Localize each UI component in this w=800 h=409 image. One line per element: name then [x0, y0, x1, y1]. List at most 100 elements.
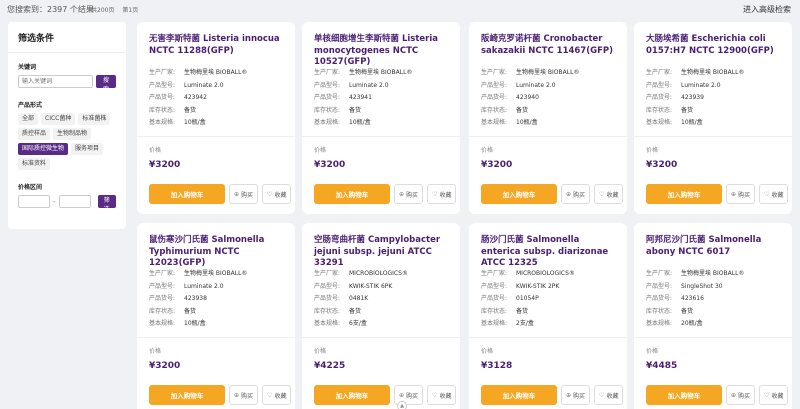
cart-icon: ⊕ — [566, 391, 572, 399]
favorite-button[interactable]: ♡ 收藏 — [262, 184, 292, 204]
divider — [469, 337, 627, 338]
field-label: 生产厂家: — [314, 270, 341, 277]
field-value: 备货 — [349, 106, 362, 114]
buy-button[interactable]: ⊕ 购买 — [229, 184, 259, 204]
field-label: 产品型号: — [481, 81, 508, 89]
product-name[interactable]: 单核细胞增生李斯特菌 Listeria monocytogenes NCTC 1… — [314, 34, 450, 69]
filter-tag[interactable]: 标准资料 — [18, 158, 51, 170]
field-label: 生产厂家: — [646, 69, 673, 76]
buy-button[interactable]: ⊕ 购买 — [726, 184, 756, 204]
favorite-button[interactable]: ♡ 收藏 — [759, 385, 789, 405]
field-label: 基本规格: — [481, 119, 508, 126]
field-value: Luminate 2.0 — [184, 282, 224, 290]
filter-tag[interactable]: 质控样品 — [18, 128, 51, 140]
field-value: 10瓶/盒 — [516, 119, 538, 126]
favorite-button[interactable]: ♡ 收藏 — [427, 184, 457, 204]
keyword-input[interactable] — [18, 75, 93, 88]
price-label: 价格 — [149, 348, 162, 355]
field-value: 备货 — [516, 106, 529, 114]
product-name[interactable]: 大肠埃希菌 Escherichia coli 0157:H7 NCTC 1290… — [646, 34, 782, 69]
filter-tag[interactable]: CICC菌种 — [41, 113, 76, 125]
field-value: 6支/盒 — [349, 320, 367, 327]
filter-tag[interactable]: 国际质控微生物 — [18, 143, 69, 155]
field-value: 备货 — [516, 307, 529, 315]
buy-button[interactable]: ⊕ 购买 — [561, 385, 591, 405]
current-page: 第1页 — [122, 7, 139, 14]
divider — [8, 52, 126, 53]
field-label: 产品货号: — [481, 295, 508, 302]
add-to-cart-button[interactable]: 加入购物车 — [646, 385, 722, 405]
price-label: 价格 — [314, 147, 327, 154]
field-value: 0481K — [349, 295, 369, 302]
product-manufacturer-row: 生产厂家: MICROBIOLOGICS® — [481, 270, 617, 278]
filter-tag[interactable]: 标准菌株 — [78, 113, 111, 125]
divider — [137, 337, 295, 338]
add-to-cart-button[interactable]: 加入购物车 — [646, 184, 722, 204]
field-label: 基本规格: — [481, 320, 508, 327]
field-value: 备货 — [681, 106, 694, 114]
product-name[interactable]: 无害李斯特菌 Listeria innocua NCTC 11288(GFP) — [149, 34, 285, 69]
product-model-row: 产品型号: KWIK-STIK 2PK — [481, 283, 617, 291]
product-price: ¥3200 — [314, 160, 346, 170]
product-card[interactable]: 空肠弯曲杆菌 Campylobacter jejuni subsp. jejun… — [302, 223, 460, 409]
add-to-cart-button[interactable]: 加入购物车 — [314, 385, 390, 405]
product-name[interactable]: 阪崎克罗诺杆菌 Cronobacter sakazakii NCTC 11467… — [481, 34, 617, 69]
product-stock-row: 库存状态: 备货 — [314, 107, 450, 115]
buy-label: 购买 — [573, 392, 586, 400]
field-value: 10瓶/盒 — [349, 119, 371, 126]
price-max-input[interactable] — [58, 195, 91, 208]
product-name[interactable]: 鼠伤寒沙门氏菌 Salmonella Typhimurium NCTC 1202… — [149, 235, 285, 270]
product-name[interactable]: 阿邦尼沙门氏菌 Salmonella abony NCTC 6017 — [646, 235, 782, 270]
scroll-up-icon[interactable]: ▲ — [397, 401, 407, 409]
product-card[interactable]: 无害李斯特菌 Listeria innocua NCTC 11288(GFP) 生… — [137, 22, 295, 214]
product-card[interactable]: 大肠埃希菌 Escherichia coli 0157:H7 NCTC 1290… — [634, 22, 792, 214]
product-card[interactable]: 单核细胞增生李斯特菌 Listeria monocytogenes NCTC 1… — [302, 22, 460, 214]
field-label: 产品货号: — [314, 295, 341, 302]
favorite-label: 收藏 — [771, 392, 784, 400]
favorite-button[interactable]: ♡ 收藏 — [594, 385, 624, 405]
favorite-button[interactable]: ♡ 收藏 — [594, 184, 624, 204]
product-card[interactable]: 阪崎克罗诺杆菌 Cronobacter sakazakii NCTC 11467… — [469, 22, 627, 214]
product-form-label: 产品形式 — [18, 102, 43, 109]
filter-tag[interactable]: 全部 — [18, 113, 39, 125]
price-min-input[interactable] — [18, 195, 50, 208]
filter-button[interactable]: 筛选 — [97, 195, 116, 213]
advanced-search-link[interactable]: 进入高级检索 — [743, 4, 791, 15]
buy-button[interactable]: ⊕ 购买 — [561, 184, 591, 204]
buy-button[interactable]: ⊕ 购买 — [229, 385, 259, 405]
field-value: 10瓶/盒 — [681, 119, 703, 126]
add-to-cart-button[interactable]: 加入购物车 — [149, 184, 225, 204]
product-card[interactable]: 鼠伤寒沙门氏菌 Salmonella Typhimurium NCTC 1202… — [137, 223, 295, 409]
product-manufacturer-row: 生产厂家: 生物梅里埃 BIOBALL® — [314, 69, 450, 77]
field-label: 生产厂家: — [481, 270, 508, 277]
field-label: 生产厂家: — [646, 270, 673, 277]
field-label: 基本规格: — [149, 320, 176, 327]
favorite-button[interactable]: ♡ 收藏 — [759, 184, 789, 204]
buy-label: 购买 — [738, 191, 751, 199]
product-stock-row: 库存状态: 备货 — [481, 308, 617, 316]
product-card[interactable]: 肠沙门氏菌 Salmonella enterica subsp. diarizo… — [469, 223, 627, 409]
product-model-row: 产品型号: Luminate 2.0 — [646, 82, 782, 90]
filter-tag[interactable]: 生物制品物 — [53, 128, 92, 140]
favorite-button[interactable]: ♡ 收藏 — [262, 385, 292, 405]
field-label: 产品型号: — [314, 81, 341, 89]
buy-button[interactable]: ⊕ 购买 — [394, 184, 424, 204]
price-range-label: 价格区间 — [18, 184, 43, 191]
search-button[interactable]: 搜索 — [96, 75, 116, 93]
favorite-button[interactable]: ♡ 收藏 — [427, 385, 457, 405]
add-to-cart-button[interactable]: 加入购物车 — [314, 184, 390, 204]
product-name[interactable]: 空肠弯曲杆菌 Campylobacter jejuni subsp. jejun… — [314, 235, 450, 270]
product-form-tags: 全部 CICC菌种 标准菌株质控样品 生物制品物国际质控微生物 服务项目标准资料 — [18, 113, 116, 170]
add-to-cart-button[interactable]: 加入购物车 — [149, 385, 225, 405]
field-value: 生物梅里埃 BIOBALL® — [681, 270, 745, 277]
buy-button[interactable]: ⊕ 购买 — [726, 385, 756, 405]
filter-tag[interactable]: 服务项目 — [71, 143, 104, 155]
add-to-cart-button[interactable]: 加入购物车 — [481, 385, 557, 405]
product-manufacturer-row: 生产厂家: 生物梅里埃 BIOBALL® — [481, 69, 617, 77]
add-to-cart-button[interactable]: 加入购物车 — [481, 184, 557, 204]
divider — [302, 136, 460, 137]
field-label: 产品货号: — [314, 94, 341, 101]
divider — [634, 136, 792, 137]
product-name[interactable]: 肠沙门氏菌 Salmonella enterica subsp. diarizo… — [481, 235, 617, 270]
product-card[interactable]: 阿邦尼沙门氏菌 Salmonella abony NCTC 6017 生产厂家: 生… — [634, 223, 792, 409]
